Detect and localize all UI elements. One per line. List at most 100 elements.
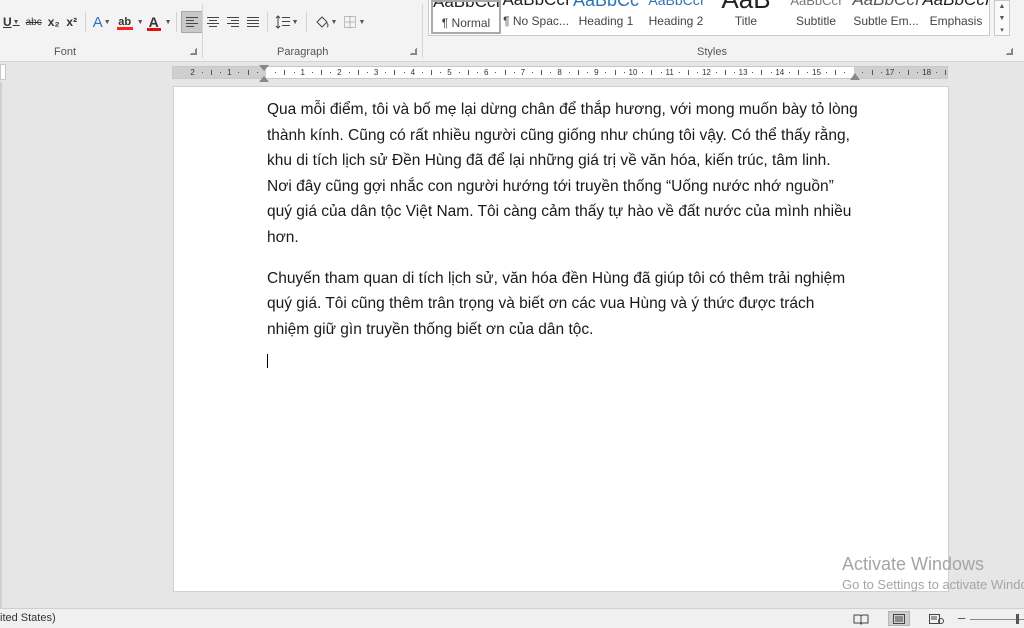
- highlight-button[interactable]: ab: [114, 11, 136, 33]
- borders-button[interactable]: ▼: [340, 11, 368, 33]
- underline-button[interactable]: U ▼: [0, 11, 23, 33]
- chevron-down-icon[interactable]: ▼: [165, 19, 172, 26]
- word-window: U ▼ abc x₂ x² A ▼ ab ▼ A ▼ ▼ ▼ ▼ Font Pa…: [0, 0, 1024, 628]
- web-layout-button[interactable]: [925, 611, 947, 626]
- styles-dialog-launcher-icon[interactable]: [1006, 48, 1013, 55]
- ruler-tick-mark: [724, 70, 726, 75]
- zoom-slider-thumb[interactable]: [1016, 614, 1019, 624]
- ruler-tick-mark: [678, 72, 680, 73]
- chevron-up-icon[interactable]: ▲: [995, 1, 1009, 13]
- language-status[interactable]: ited States): [0, 612, 56, 624]
- zoom-out-button[interactable]: –: [958, 611, 965, 625]
- chevron-down-icon[interactable]: ▼: [137, 19, 144, 26]
- ruler-tick-mark: [660, 72, 662, 73]
- ruler-tick-label: 12: [701, 68, 711, 77]
- hanging-indent-marker[interactable]: [259, 76, 269, 82]
- style-label: ¶ Normal: [441, 16, 491, 30]
- page-layout-icon: [893, 613, 905, 624]
- text-effects-button[interactable]: A ▼: [90, 11, 114, 33]
- font-group-label: Font: [54, 46, 77, 58]
- style-heading-1[interactable]: AaBbCc Heading 1: [571, 0, 641, 34]
- line-spacing-button[interactable]: ▼: [272, 11, 302, 33]
- ruler-tick-mark: [321, 70, 323, 75]
- style-preview: AaBbCcI: [921, 0, 989, 10]
- chevron-down-icon[interactable]: ▼: [995, 13, 1009, 25]
- ruler-tick-label: 6: [483, 68, 489, 77]
- ruler-tick-mark: [348, 72, 350, 73]
- ruler-tick-mark: [733, 72, 735, 73]
- ruler-tick-mark: [651, 70, 653, 75]
- ruler-tick-label: 8: [557, 68, 562, 77]
- justify-button[interactable]: [243, 11, 263, 33]
- ruler-tick-label: 17: [885, 68, 895, 77]
- style-label: Emphasis: [929, 14, 983, 28]
- style-normal[interactable]: AaBbCcI ¶ Normal: [431, 0, 501, 34]
- print-layout-button[interactable]: [888, 611, 910, 626]
- ruler-tick-mark: [908, 70, 910, 75]
- right-indent-marker[interactable]: [850, 73, 860, 80]
- style-emphasis[interactable]: AaBbCcI Emphasis: [921, 0, 989, 34]
- first-line-indent-marker[interactable]: [259, 65, 269, 71]
- align-left-button[interactable]: [180, 11, 203, 33]
- style-preview: AaB: [711, 0, 781, 15]
- align-right-button[interactable]: [223, 11, 243, 33]
- style-label: Title: [734, 14, 758, 28]
- ruler-tick-mark: [458, 72, 460, 73]
- ruler-tick-mark: [247, 70, 249, 75]
- ruler-tick-mark: [477, 72, 479, 73]
- horizontal-ruler-area: 2 1 1 2 3 4 5 6 7 8 9 10 11 12 13 14 15 17 18: [0, 62, 1024, 82]
- status-bar: ited States) –: [0, 608, 1024, 628]
- style-title[interactable]: AaB Title: [711, 0, 781, 34]
- ruler-tick-mark: [605, 72, 607, 73]
- web-layout-icon: [929, 613, 944, 624]
- ruler-tick-mark: [715, 72, 717, 73]
- styles-gallery: AaBbCcI ¶ Normal AaBbCcI ¶ No Spac... Aa…: [428, 0, 990, 36]
- ruler-tick-mark: [467, 70, 469, 75]
- superscript-button[interactable]: x²: [63, 11, 81, 33]
- font-color-button[interactable]: A: [144, 11, 164, 33]
- align-center-button[interactable]: [203, 11, 223, 33]
- ruler-tick-label: 3: [373, 68, 379, 77]
- ruler-tick-mark: [330, 72, 332, 73]
- ruler-tick-mark: [284, 70, 286, 75]
- ruler-tick-mark: [532, 72, 534, 73]
- document-page[interactable]: Qua mỗi điểm, tôi và bố mẹ lại dừng chân…: [173, 86, 949, 592]
- ruler-tick-mark: [541, 70, 543, 75]
- subscript-button[interactable]: x₂: [45, 11, 63, 33]
- group-divider: [422, 4, 423, 58]
- style-label: Heading 2: [648, 14, 704, 28]
- document-body[interactable]: Qua mỗi điểm, tôi và bố mẹ lại dừng chân…: [267, 97, 859, 357]
- shading-button[interactable]: ▼: [311, 11, 341, 33]
- highlight-color-bar: [116, 26, 133, 30]
- ruler-tick-label: 9: [594, 68, 599, 77]
- ruler-tick-mark: [293, 72, 295, 73]
- style-no-spacing[interactable]: AaBbCcI ¶ No Spac...: [501, 0, 571, 34]
- ruler-tick-label: 5: [447, 68, 452, 77]
- ruler-tick-mark: [844, 72, 846, 73]
- align-right-icon: [226, 17, 239, 27]
- style-label: Heading 1: [578, 14, 634, 28]
- ruler-tick-mark: [587, 72, 589, 73]
- ruler-tick-label: 11: [665, 68, 674, 77]
- align-left-icon: [185, 17, 198, 27]
- read-mode-button[interactable]: [850, 611, 872, 626]
- paragraph-dialog-launcher-icon[interactable]: [410, 48, 417, 55]
- paragraph[interactable]: Chuyến tham quan di tích lịch sử, văn hó…: [267, 266, 859, 343]
- ruler-tick-mark: [944, 70, 946, 75]
- ribbon: U ▼ abc x₂ x² A ▼ ab ▼ A ▼ ▼ ▼ ▼ Font Pa…: [0, 0, 1024, 62]
- style-subtitle[interactable]: AaBbCcI Subtitle: [781, 0, 851, 34]
- ruler-tick-label: 14: [775, 68, 785, 77]
- ruler-tick-mark: [614, 70, 616, 75]
- styles-gallery-scroll[interactable]: ▲ ▼ ▾: [994, 0, 1010, 36]
- ruler-tick-mark: [798, 70, 800, 75]
- ruler-tick-mark: [577, 70, 579, 75]
- strikethrough-button[interactable]: abc: [23, 11, 45, 33]
- style-heading-2[interactable]: AaBbCcI Heading 2: [641, 0, 711, 34]
- horizontal-ruler[interactable]: 2 1 1 2 3 4 5 6 7 8 9 10 11 12 13 14 15 17 18: [172, 66, 948, 79]
- ruler-tick-mark: [220, 72, 222, 73]
- paragraph[interactable]: Qua mỗi điểm, tôi và bố mẹ lại dừng chân…: [267, 97, 859, 251]
- font-dialog-launcher-icon[interactable]: [190, 48, 197, 55]
- more-styles-icon[interactable]: ▾: [995, 25, 1009, 37]
- line-spacing-icon: [275, 15, 290, 29]
- style-subtle-emphasis[interactable]: AaBbCcI Subtle Em...: [851, 0, 921, 34]
